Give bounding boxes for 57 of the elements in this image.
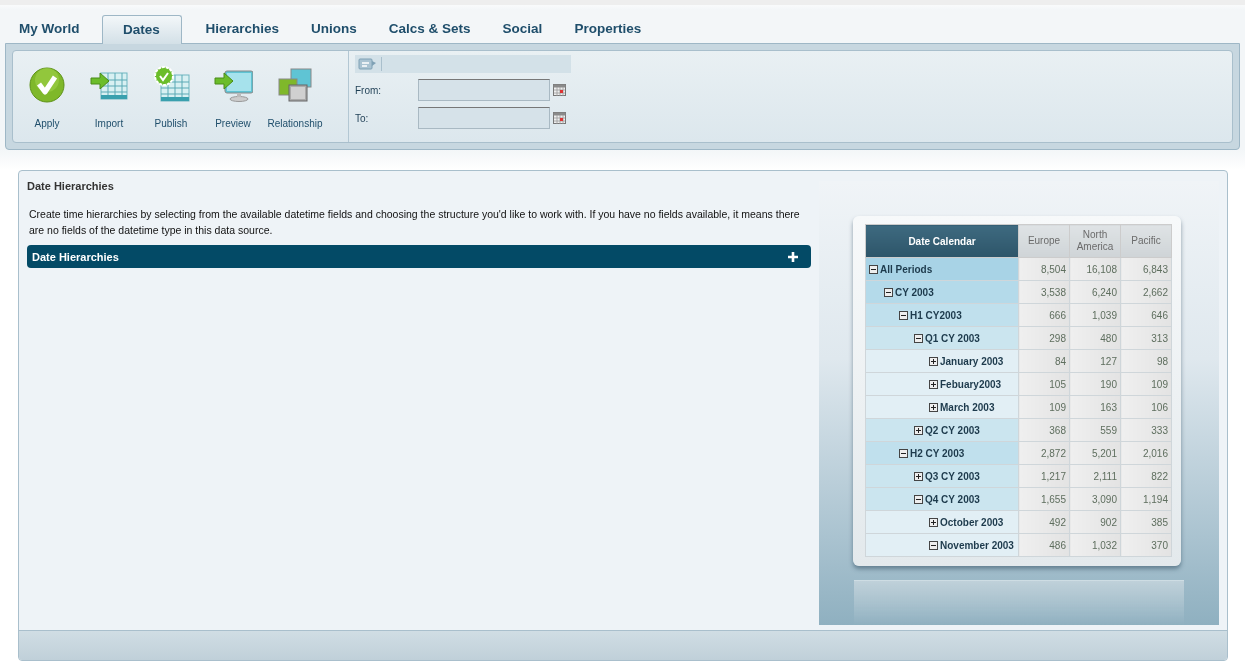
tab[interactable]: Properties [560, 15, 656, 43]
collapse-icon[interactable] [914, 494, 923, 504]
column-header: North America [1069, 224, 1121, 258]
expand-icon[interactable] [914, 471, 923, 481]
description-text: Create time hierarchies by selecting from the available datetime fields and choosing the structure you'd like to work with. If you have no fields available, it means there are no fields of the datetime type in this data source. [29, 207, 801, 238]
row-label: Febuary2003 [940, 378, 1002, 390]
collapse-icon[interactable] [884, 287, 893, 297]
preview-button[interactable]: Preview [203, 65, 263, 129]
date-field[interactable] [418, 107, 550, 129]
row-label: H2 CY 2003 [910, 447, 965, 459]
expand-icon[interactable] [929, 379, 938, 389]
bar-title: Date Hierarchies [32, 250, 119, 263]
expand-icon[interactable] [914, 425, 923, 435]
calendar-icon[interactable] [553, 112, 566, 124]
collapse-icon[interactable] [899, 448, 908, 458]
section-title: Date Hierarchies [27, 180, 115, 192]
expand-icon[interactable] [929, 517, 938, 527]
column-header: Pacific [1120, 224, 1172, 258]
row-label: October 2003 [940, 516, 1004, 528]
hierarchy-bar[interactable]: Date Hierarchies [27, 245, 811, 268]
row-label: January 2003 [940, 355, 1004, 367]
tab[interactable]: Dates [101, 15, 182, 44]
calendar-icon[interactable] [553, 84, 566, 96]
column-header: Date Calendar [865, 224, 1019, 258]
publish-button[interactable]: Publish [141, 65, 201, 129]
row-label: November 2003 [940, 539, 1014, 551]
expand-icon[interactable] [929, 356, 938, 366]
collapse-icon[interactable] [929, 540, 938, 550]
row-label: Q2 CY 2003 [925, 424, 980, 436]
tab[interactable]: Social [488, 15, 557, 43]
row-label: Q1 CY 2003 [925, 332, 980, 344]
import-button[interactable]: Import [79, 65, 139, 129]
row-label: CY 2003 [895, 286, 934, 298]
field-label: From: [355, 84, 383, 96]
note-icon [358, 57, 382, 71]
column-header: Europe [1018, 224, 1070, 258]
tab[interactable]: Unions [297, 15, 371, 43]
windows-icon [275, 65, 315, 105]
relationship-button[interactable]: Relationship [265, 65, 325, 129]
field-label: To: [355, 112, 370, 124]
tab[interactable]: Hierarchies [191, 15, 294, 43]
row-label: H1 CY2003 [910, 309, 962, 321]
row-label: March 2003 [940, 401, 995, 413]
row-label: All Periods [880, 263, 933, 275]
grid-badge-icon [151, 65, 191, 105]
collapse-icon[interactable] [914, 333, 923, 343]
add-icon[interactable] [787, 250, 799, 263]
check-icon [27, 65, 67, 105]
tab[interactable]: My World [5, 15, 94, 43]
tab[interactable]: Calcs & Sets [374, 15, 485, 43]
apply-button[interactable]: Apply [17, 65, 77, 129]
row-label: Q4 CY 2003 [925, 493, 980, 505]
date-field[interactable] [418, 79, 550, 101]
expand-icon[interactable] [929, 402, 938, 412]
row-label: Q3 CY 2003 [925, 470, 980, 482]
collapse-icon[interactable] [869, 264, 878, 274]
collapse-icon[interactable] [899, 310, 908, 320]
